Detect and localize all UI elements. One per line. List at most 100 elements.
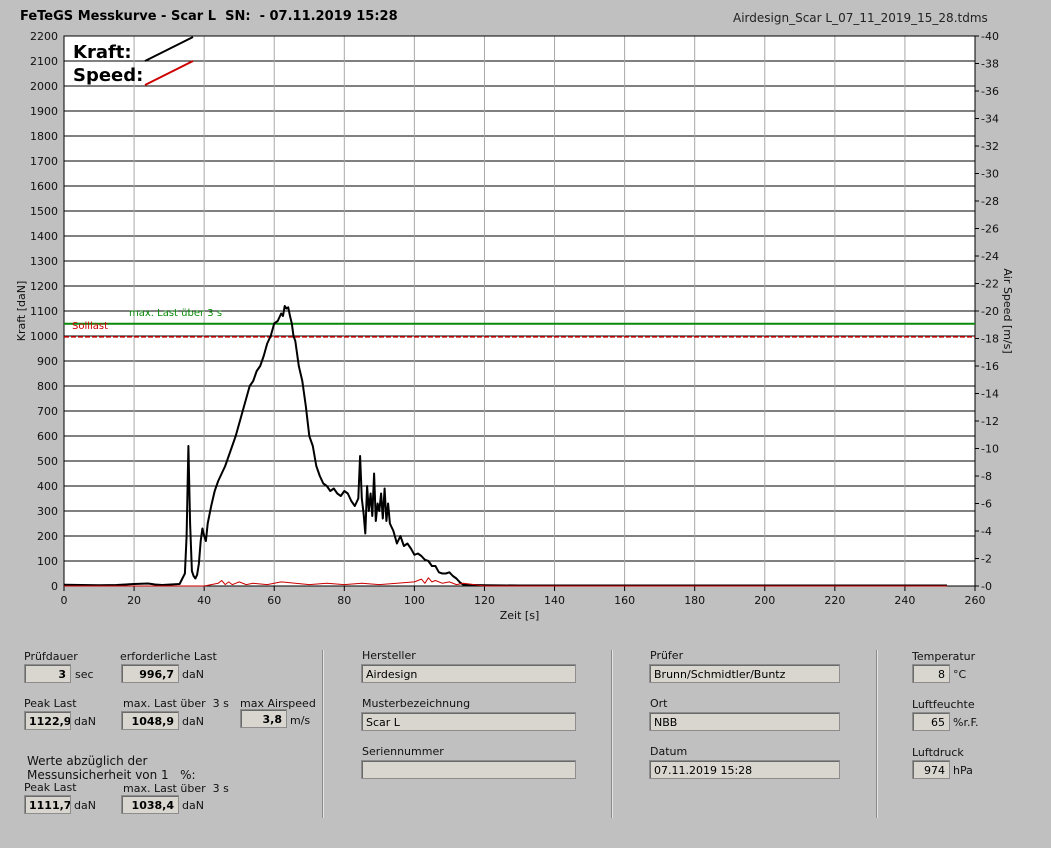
y2-tick-label: -8: [981, 470, 992, 483]
y2-tick-label: -2: [981, 553, 992, 566]
datum-field[interactable]: 07.11.2019 15:28: [649, 760, 840, 779]
max-last-field: 1048,9: [121, 711, 179, 730]
luftdruck-field: 974: [912, 760, 950, 779]
max-airspeed-unit: m/s: [290, 714, 311, 727]
y-tick-label: 0: [51, 580, 58, 593]
erforderliche-last-field: 996,7: [121, 664, 179, 683]
x-tick-label: 80: [337, 594, 351, 607]
ort-label: Ort: [650, 697, 668, 710]
max-load-line-label: max. Last über 3 s: [129, 308, 222, 319]
section-divider: [611, 650, 613, 818]
legend-label-kraft: Kraft:: [73, 42, 132, 63]
max-last-corr-unit: daN: [182, 799, 204, 812]
y2-tick-label: -14: [981, 388, 999, 401]
peak-last-label: Peak Last: [24, 697, 77, 710]
peak-last-field: 1122,9: [24, 711, 71, 730]
y-tick-label: 2000: [30, 80, 58, 93]
peak-last-corr-label: Peak Last: [24, 781, 77, 794]
luftfeuchte-field: 65: [912, 712, 950, 731]
max-last-unit: daN: [182, 715, 204, 728]
luftfeuchte-label: Luftfeuchte: [912, 698, 975, 711]
section-divider: [322, 650, 324, 818]
luftfeuchte-unit: %r.F.: [953, 716, 979, 729]
pruefdauer-label: Prüfdauer: [24, 650, 78, 663]
y-tick-label: 700: [37, 405, 58, 418]
y2-tick-label: -16: [981, 360, 999, 373]
y2-tick-label: -12: [981, 415, 999, 428]
max-last-corr-field: 1038,4: [121, 795, 179, 814]
y2-tick-label: -26: [981, 223, 999, 236]
x-tick-label: 180: [684, 594, 705, 607]
section-divider: [876, 650, 878, 818]
pruefdauer-unit: sec: [75, 668, 94, 681]
uncertainty-note: Werte abzüglich der Messunsicherheit von…: [27, 754, 196, 782]
y2-tick-label: -0: [981, 580, 992, 593]
hersteller-label: Hersteller: [362, 649, 416, 662]
force-speed-chart: 0100200300400500600700800900100011001200…: [15, 30, 1014, 622]
y-tick-label: 1800: [30, 130, 58, 143]
y-tick-label: 900: [37, 355, 58, 368]
y-tick-label: 600: [37, 430, 58, 443]
y2-tick-label: -6: [981, 498, 992, 511]
y2-tick-label: -10: [981, 443, 999, 456]
max-airspeed-field: 3,8: [240, 709, 287, 728]
peak-last-corr-field: 1111,7: [24, 795, 71, 814]
x-tick-label: 100: [404, 594, 425, 607]
x-tick-label: 40: [197, 594, 211, 607]
y-tick-label: 1500: [30, 205, 58, 218]
y-tick-label: 400: [37, 480, 58, 493]
y-tick-label: 1700: [30, 155, 58, 168]
hersteller-field[interactable]: Airdesign: [361, 664, 576, 683]
y-tick-label: 300: [37, 505, 58, 518]
y2-tick-label: -40: [981, 30, 999, 43]
y-tick-label: 1900: [30, 105, 58, 118]
x-tick-label: 160: [614, 594, 635, 607]
pruefer-field[interactable]: Brunn/Schmidtler/Buntz: [649, 664, 840, 683]
muster-field[interactable]: Scar L: [361, 712, 576, 731]
y2-tick-label: -18: [981, 333, 999, 346]
x-tick-label: 240: [894, 594, 915, 607]
x-tick-label: 0: [61, 594, 68, 607]
y-tick-label: 1300: [30, 255, 58, 268]
y-tick-label: 1600: [30, 180, 58, 193]
max-last-label: max. Last über 3 s: [123, 697, 229, 710]
y2-tick-label: -32: [981, 140, 999, 153]
nominal-load-line-label: Solllast: [72, 321, 108, 332]
temperatur-unit: °C: [953, 668, 967, 681]
y2-tick-label: -28: [981, 195, 999, 208]
y-tick-label: 1000: [30, 330, 58, 343]
y-tick-label: 800: [37, 380, 58, 393]
y-tick-label: 1200: [30, 280, 58, 293]
temperatur-label: Temperatur: [912, 650, 976, 663]
muster-label: Musterbezeichnung: [362, 697, 471, 710]
serie-field[interactable]: [361, 760, 576, 779]
x-tick-label: 260: [965, 594, 986, 607]
temperatur-field: 8: [912, 664, 950, 683]
x-tick-label: 200: [754, 594, 775, 607]
x-tick-label: 60: [267, 594, 281, 607]
y-tick-label: 500: [37, 455, 58, 468]
x-tick-label: 220: [824, 594, 845, 607]
y-tick-label: 200: [37, 530, 58, 543]
y2-tick-label: -38: [981, 58, 999, 71]
max-last-corr-label: max. Last über 3 s: [123, 782, 229, 795]
y2-tick-label: -30: [981, 168, 999, 181]
datum-label: Datum: [650, 745, 688, 758]
y-tick-label: 2100: [30, 55, 58, 68]
y-tick-label: 1100: [30, 305, 58, 318]
y-tick-label: 1400: [30, 230, 58, 243]
x-axis-label: Zeit [s]: [500, 609, 539, 622]
x-tick-label: 20: [127, 594, 141, 607]
y2-tick-label: -22: [981, 278, 999, 291]
peak-last-corr-unit: daN: [74, 799, 96, 812]
luftdruck-label: Luftdruck: [912, 746, 964, 759]
ort-field[interactable]: NBB: [649, 712, 840, 731]
peak-last-unit: daN: [74, 715, 96, 728]
x-tick-label: 140: [544, 594, 565, 607]
legend-label-speed: Speed:: [73, 65, 143, 86]
y-tick-label: 100: [37, 555, 58, 568]
erforderliche-last-unit: daN: [182, 668, 204, 681]
luftdruck-unit: hPa: [953, 764, 973, 777]
erforderliche-last-label: erforderliche Last: [120, 650, 217, 663]
y2-tick-label: -34: [981, 113, 999, 126]
